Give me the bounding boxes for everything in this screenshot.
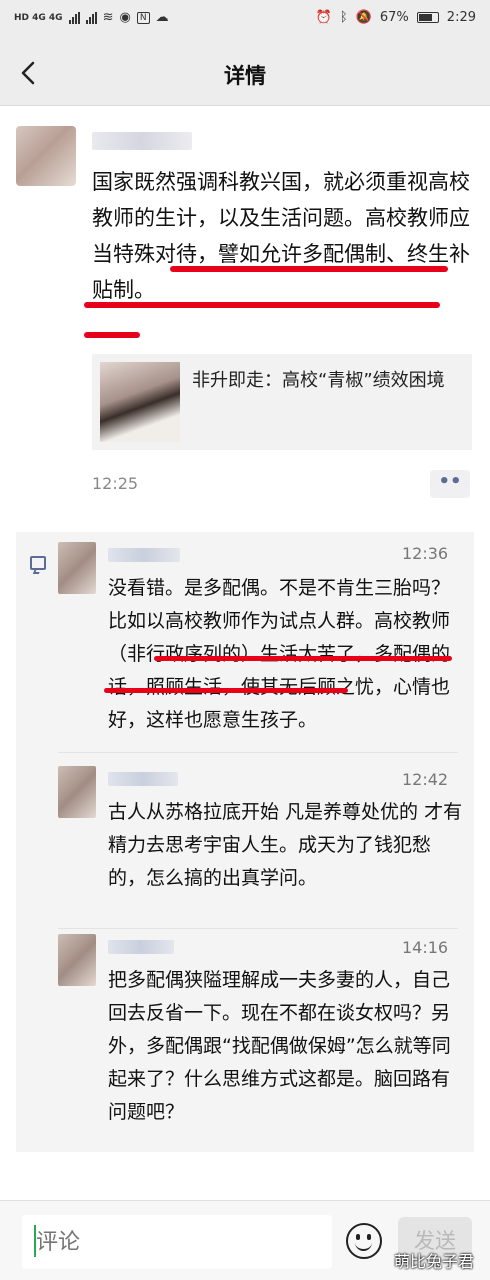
- commenter-name-blurred[interactable]: [108, 548, 180, 562]
- highlight-underline: [170, 266, 448, 272]
- battery-percent: 67%: [379, 10, 409, 25]
- link-title: 非升即走：高校“青椒”绩效困境: [192, 370, 445, 391]
- nfc-icon: N: [136, 11, 150, 24]
- text-caret: [34, 1225, 36, 1257]
- link-thumbnail: [100, 362, 180, 442]
- commenter-avatar[interactable]: [58, 542, 96, 594]
- commenter-name-blurred[interactable]: [108, 772, 178, 786]
- status-left: HD 4G 4G ≋ ◉ N ☁: [14, 10, 169, 25]
- comment-text[interactable]: 没看错。是多配偶。不是不肯生三胎吗？比如以高校教师作为试点人群。高校教师（非行政…: [108, 572, 464, 737]
- commenter-avatar[interactable]: [58, 766, 96, 818]
- title-bar: 详情: [0, 40, 490, 106]
- comment-icon: [30, 556, 46, 570]
- post-time: 12:25: [92, 474, 139, 493]
- comment-text[interactable]: 把多配偶狭隘理解成一夫多妻的人，自己回去反省一下。现在不都在谈女权吗？另外，多配…: [108, 964, 464, 1129]
- comment-input[interactable]: [22, 1215, 332, 1269]
- commenter-avatar[interactable]: [58, 934, 96, 986]
- cloud-icon: ☁: [155, 10, 169, 25]
- highlight-underline: [84, 332, 140, 338]
- clock-time: 2:29: [446, 10, 476, 25]
- page-title: 详情: [224, 64, 266, 88]
- poster-name-blurred[interactable]: [92, 132, 192, 150]
- post-text: 国家既然强调科教兴国，就必须重视高校教师的生计，以及生活问题。高校教师应当特殊对…: [92, 170, 470, 302]
- comment-time: 12:42: [402, 770, 449, 789]
- highlight-underline: [104, 688, 348, 693]
- more-actions-button[interactable]: ••: [430, 470, 470, 498]
- comment-time: 12:36: [402, 544, 449, 563]
- network-label: HD 4G 4G: [14, 12, 63, 23]
- avatar[interactable]: [16, 126, 76, 186]
- comments-panel: 12:36 没看错。是多配偶。不是不肯生三胎吗？比如以高校教师作为试点人群。高校…: [16, 532, 474, 1152]
- highlight-underline: [154, 656, 452, 661]
- emoji-icon[interactable]: [346, 1223, 382, 1259]
- link-card[interactable]: 非升即走：高校“青椒”绩效困境: [92, 354, 472, 450]
- comment-time: 14:16: [402, 938, 449, 957]
- signal-icon: [68, 11, 80, 24]
- wifi-icon: ≋: [102, 10, 114, 25]
- signal-icon-2: [85, 11, 97, 24]
- comment-text[interactable]: 古人从苏格拉底开始 凡是养尊处优的 才有精力去思考宇宙人生。成天为了钱犯愁的，怎…: [108, 796, 464, 895]
- bluetooth-icon: ᛒ: [339, 10, 348, 25]
- status-bar: HD 4G 4G ≋ ◉ N ☁ ⏰ ᛒ 🔕 67% 2:29: [0, 0, 490, 40]
- moment-post: 国家既然强调科教兴国，就必须重视高校教师的生计，以及生活问题。高校教师应当特殊对…: [0, 106, 490, 520]
- watermark: 萌比兔子君: [394, 1252, 475, 1271]
- eye-icon: ◉: [119, 10, 131, 25]
- battery-icon: [416, 12, 439, 23]
- comment-divider: [58, 928, 458, 929]
- mute-icon: 🔕: [355, 10, 372, 25]
- status-right: ⏰ ᛒ 🔕 67% 2:29: [316, 10, 476, 25]
- comment-divider: [58, 752, 458, 753]
- alarm-icon: ⏰: [315, 10, 332, 25]
- commenter-name-blurred[interactable]: [108, 940, 174, 954]
- highlight-underline: [84, 302, 440, 308]
